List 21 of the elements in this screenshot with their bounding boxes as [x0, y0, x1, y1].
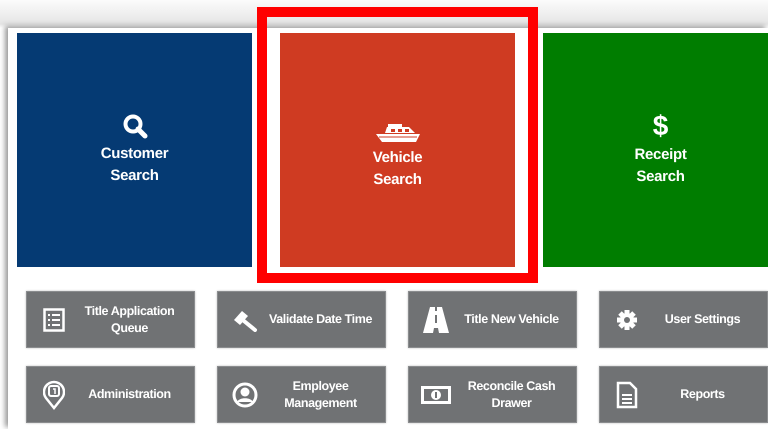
menu-button[interactable]: Reconcile Cash Drawer — [408, 366, 577, 423]
menu-button[interactable]: Employee Management — [217, 366, 386, 423]
road-icon — [423, 306, 449, 332]
menu-button[interactable]: Administration — [26, 366, 195, 423]
dollar-icon: $ — [652, 112, 668, 140]
menu-button[interactable]: Reports — [599, 366, 768, 423]
pin-badge-icon — [43, 380, 65, 410]
boat-icon — [374, 123, 420, 143]
document-icon — [616, 380, 638, 408]
tile-button[interactable]: Customer Search — [17, 33, 252, 267]
list-icon — [43, 308, 65, 332]
tile-button[interactable]: Vehicle Search — [280, 33, 515, 267]
menu-button[interactable]: Title New Vehicle — [408, 291, 577, 348]
user-icon — [232, 382, 258, 408]
search-icon — [122, 113, 148, 139]
menu-button[interactable]: Title Application Queue — [26, 291, 195, 348]
banknote-icon — [421, 384, 451, 404]
gear-icon — [615, 308, 639, 332]
menu-button[interactable]: User Settings — [599, 291, 768, 348]
menu-button[interactable]: Validate Date Time — [217, 291, 386, 348]
tile-button[interactable]: $ Receipt Search — [543, 33, 768, 267]
